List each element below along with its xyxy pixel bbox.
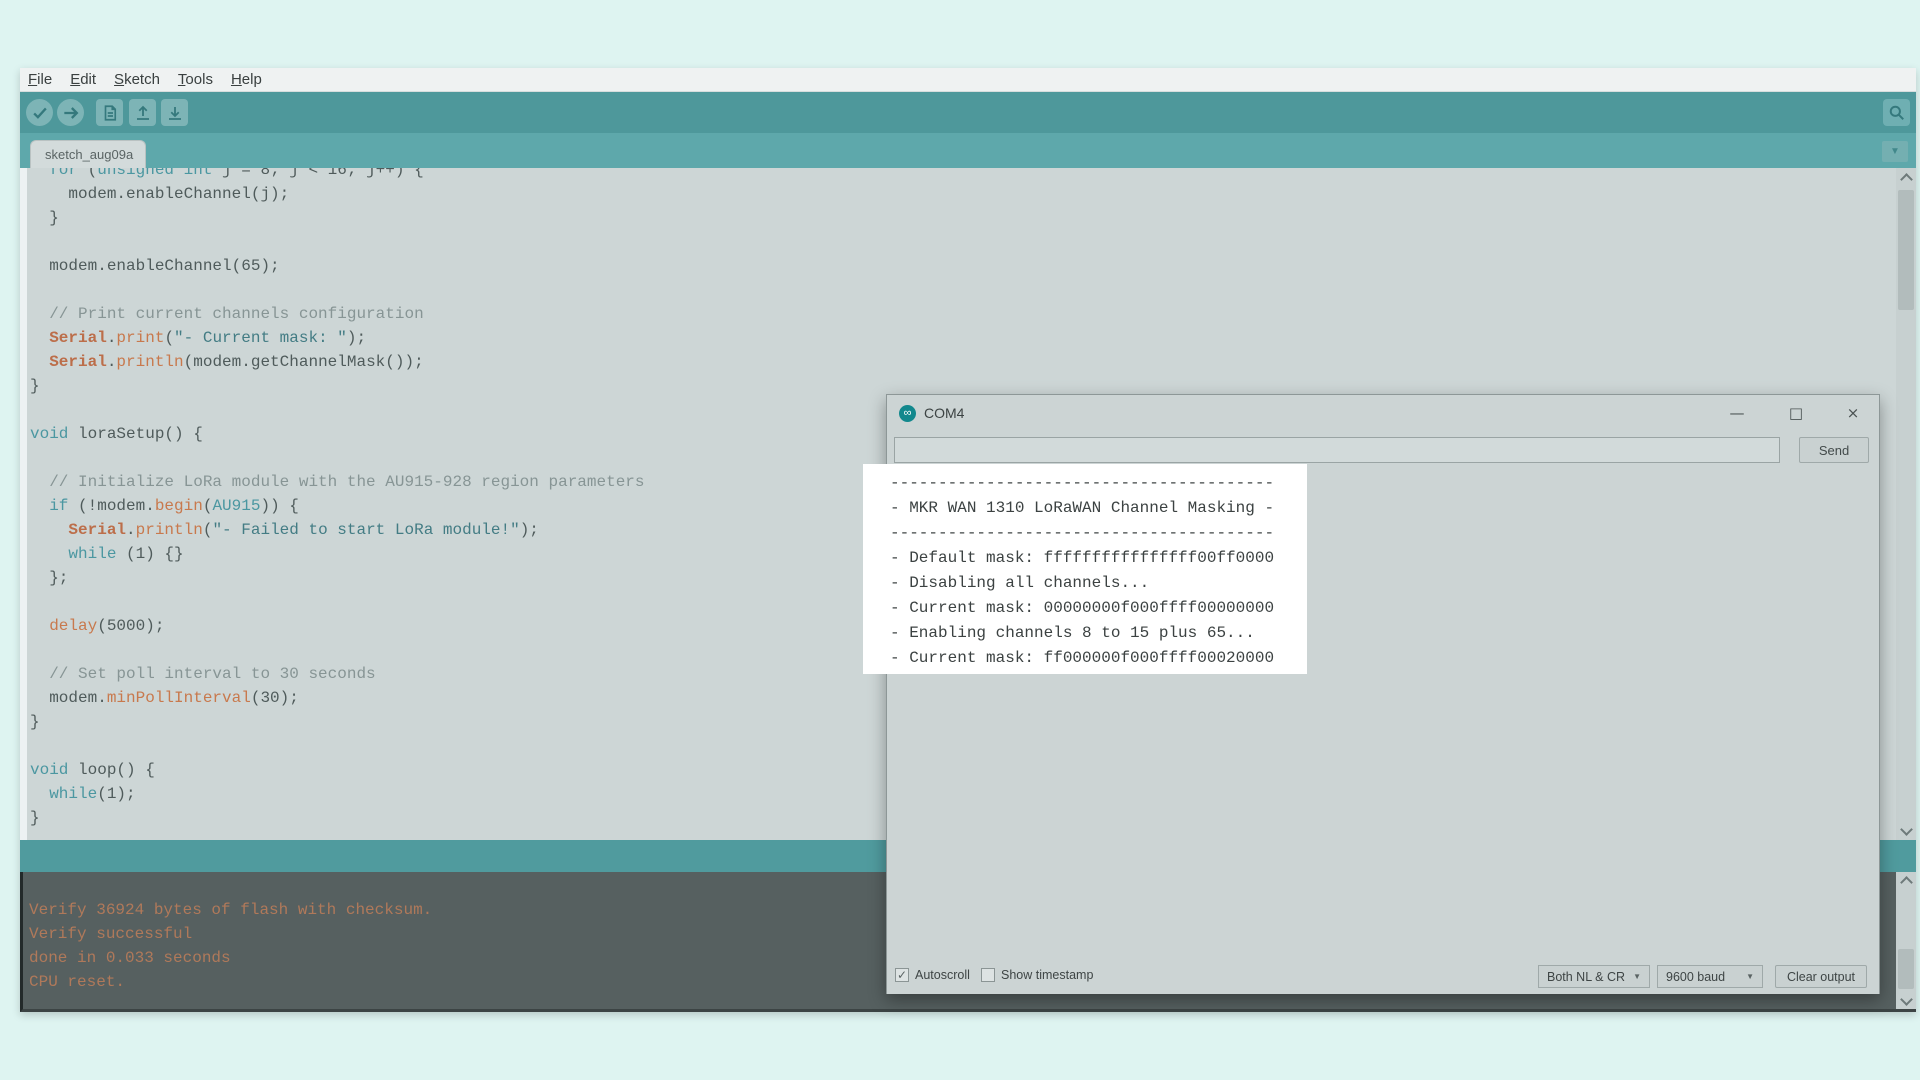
serial-send-input[interactable] xyxy=(894,437,1780,463)
autoscroll-label: Autoscroll xyxy=(915,968,970,982)
console-line: done in 0.033 seconds xyxy=(29,946,432,970)
code-line: } xyxy=(30,206,1894,230)
maximize-button[interactable]: □ xyxy=(1782,399,1810,427)
scroll-up-icon[interactable] xyxy=(1896,170,1916,188)
console-scrollbar[interactable] xyxy=(1896,872,1916,1009)
menu-bar: File Edit Sketch Tools Help xyxy=(20,68,1916,92)
serial-output-line: - MKR WAN 1310 LoRaWAN Channel Masking - xyxy=(890,496,1274,521)
toolbar xyxy=(20,92,1916,133)
console-scroll-thumb[interactable] xyxy=(1898,949,1914,989)
serial-output-line: - Current mask: 00000000f000ffff00000000 xyxy=(890,596,1274,621)
serial-titlebar[interactable]: ∞ COM4 — □ × xyxy=(887,395,1879,431)
arduino-logo-icon: ∞ xyxy=(899,405,916,422)
menu-item-file[interactable]: File xyxy=(28,71,52,88)
open-icon[interactable] xyxy=(129,99,156,126)
show-timestamp-label: Show timestamp xyxy=(1001,968,1093,982)
serial-monitor-icon[interactable] xyxy=(1883,99,1910,126)
minimize-button[interactable]: — xyxy=(1723,399,1751,427)
verify-icon[interactable] xyxy=(26,99,53,126)
check-icon: ✓ xyxy=(897,968,907,982)
code-line: // Print current channels configuration xyxy=(30,302,1894,326)
send-button[interactable]: Send xyxy=(1799,437,1869,463)
editor-scrollbar[interactable] xyxy=(1896,168,1916,840)
serial-output-line: - Current mask: ff000000f000ffff00020000 xyxy=(890,646,1274,671)
serial-output-line: - Default mask: ffffffffffffffff00ff0000 xyxy=(890,546,1274,571)
serial-output-line: ---------------------------------------- xyxy=(890,471,1274,496)
serial-output-line: ---------------------------------------- xyxy=(890,521,1274,546)
console-line: Verify successful xyxy=(29,922,432,946)
code-line: modem.enableChannel(j); xyxy=(30,182,1894,206)
scroll-down-icon[interactable] xyxy=(1896,990,1916,1008)
code-line xyxy=(30,230,1894,254)
clear-output-button[interactable]: Clear output xyxy=(1775,965,1867,988)
close-button[interactable]: × xyxy=(1839,399,1867,427)
chevron-down-icon: ▼ xyxy=(1746,972,1754,981)
menu-item-tools[interactable]: Tools xyxy=(178,71,213,88)
serial-output-highlight: ----------------------------------------… xyxy=(863,464,1307,674)
serial-output-line: - Disabling all channels... xyxy=(890,571,1274,596)
code-line: Serial.print("- Current mask: "); xyxy=(30,326,1894,350)
tab-bar: sketch_aug09a ▼ xyxy=(20,133,1916,168)
tab-label: sketch_aug09a xyxy=(45,147,133,162)
editor-gutter xyxy=(20,168,27,840)
code-line: for (unsigned int j = 8; j < 16; j++) { xyxy=(30,168,1894,182)
menu-item-sketch[interactable]: Sketch xyxy=(114,71,160,88)
menu-item-help[interactable]: Help xyxy=(231,71,262,88)
menu-item-edit[interactable]: Edit xyxy=(70,71,96,88)
line-ending-value: Both NL & CR xyxy=(1547,970,1625,984)
save-icon[interactable] xyxy=(161,99,188,126)
scroll-up-icon[interactable] xyxy=(1896,873,1916,891)
window-title: COM4 xyxy=(924,405,964,421)
code-line: Serial.println(modem.getChannelMask()); xyxy=(30,350,1894,374)
autoscroll-checkbox[interactable]: ✓ xyxy=(895,968,909,982)
console-line: CPU reset. xyxy=(29,970,432,994)
code-line: modem.enableChannel(65); xyxy=(30,254,1894,278)
console-line: Verify 36924 bytes of flash with checksu… xyxy=(29,898,432,922)
tab-list-dropdown-button[interactable]: ▼ xyxy=(1882,141,1908,162)
serial-output-text: ----------------------------------------… xyxy=(890,471,1274,671)
tab-sketch[interactable]: sketch_aug09a xyxy=(30,140,146,168)
chevron-down-icon: ▼ xyxy=(1633,972,1641,981)
upload-icon[interactable] xyxy=(57,99,84,126)
code-line xyxy=(30,278,1894,302)
editor-scroll-thumb[interactable] xyxy=(1898,190,1914,310)
scroll-down-icon[interactable] xyxy=(1896,820,1916,838)
new-icon[interactable] xyxy=(96,99,123,126)
show-timestamp-checkbox[interactable]: ✓ xyxy=(981,968,995,982)
baud-rate-dropdown[interactable]: 9600 baud ▼ xyxy=(1657,965,1763,988)
serial-bottom-bar: ✓ Autoscroll ✓ Show timestamp Both NL & … xyxy=(887,959,1879,994)
console-output: Verify 36924 bytes of flash with checksu… xyxy=(29,898,432,994)
serial-output-line: - Enabling channels 8 to 15 plus 65... xyxy=(890,621,1274,646)
baud-rate-value: 9600 baud xyxy=(1666,970,1725,984)
line-ending-dropdown[interactable]: Both NL & CR ▼ xyxy=(1538,965,1650,988)
